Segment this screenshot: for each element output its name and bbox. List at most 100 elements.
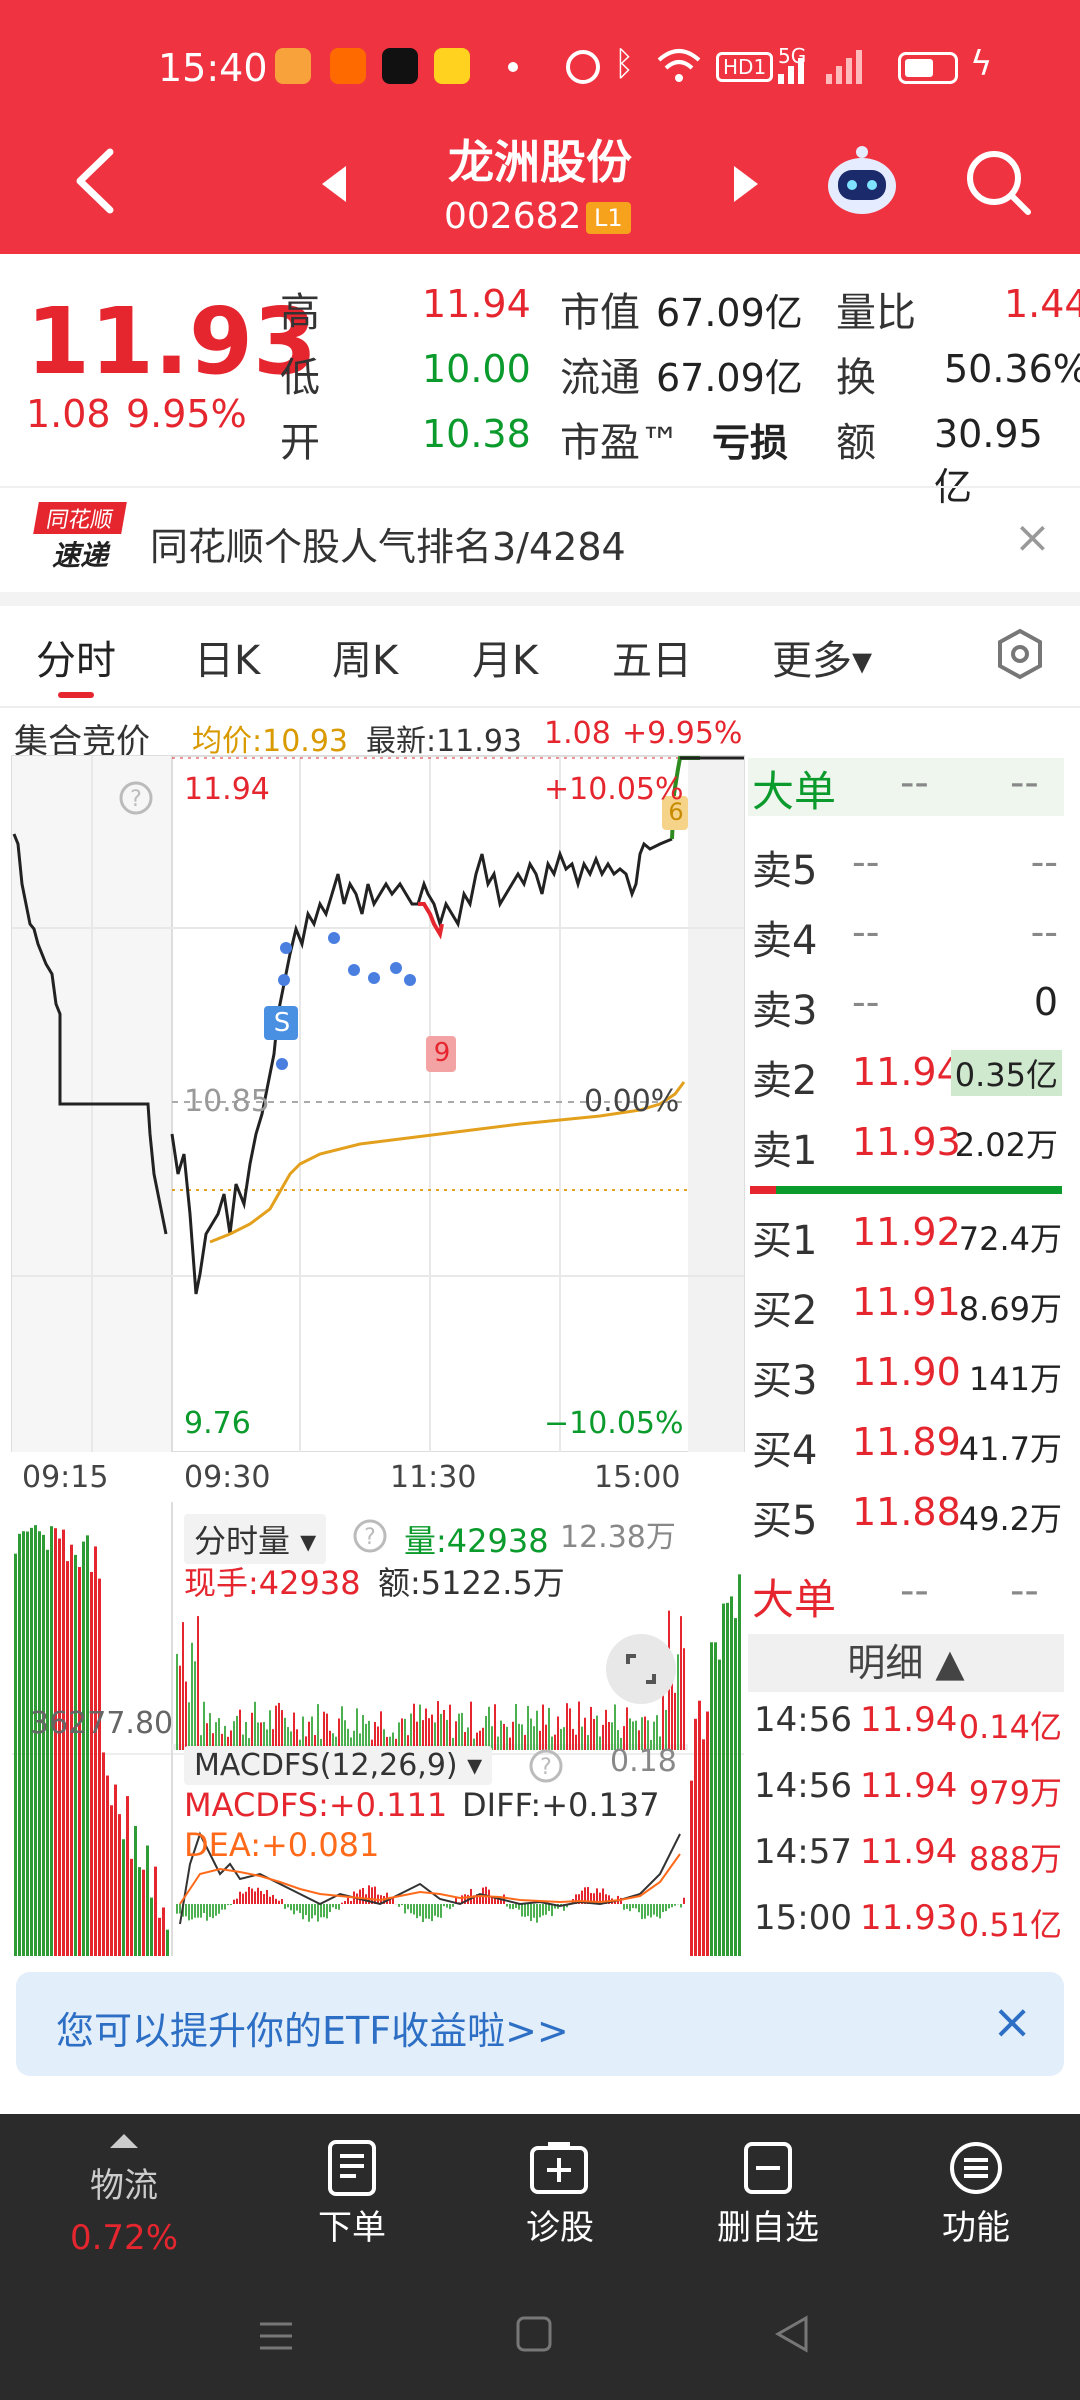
divider	[0, 486, 1080, 488]
help-icon[interactable]: ?	[528, 1748, 564, 1784]
float-value: 67.09亿	[656, 356, 803, 400]
ask-volume: 0	[1033, 980, 1058, 1024]
tab-daily-k[interactable]: 日K	[194, 628, 260, 686]
mcap-value: 67.09亿	[656, 291, 803, 335]
search-icon[interactable]	[964, 148, 1034, 218]
amount-label: 额	[836, 420, 876, 466]
volume-indicator-select[interactable]: 分时量 ▾	[184, 1514, 327, 1564]
bid-label: 买1	[752, 1218, 818, 1264]
ask-price[interactable]: 11.93	[852, 1120, 961, 1164]
logo-top: 同花顺	[33, 502, 127, 534]
tick-price: 11.94	[860, 1832, 958, 1872]
signal-9-marker[interactable]: 9	[428, 1038, 456, 1068]
svg-text:?: ?	[130, 787, 142, 812]
settings-hex-icon[interactable]	[996, 628, 1044, 680]
ask-label: 卖1	[752, 1128, 818, 1174]
bid-price[interactable]: 11.90	[852, 1350, 961, 1394]
diagnose-button[interactable]: 诊股	[480, 2200, 640, 2249]
volume-amount: 量:42938	[404, 1522, 549, 1560]
bid-volume: 8.69万	[958, 1290, 1062, 1328]
bid-price[interactable]: 11.89	[852, 1420, 961, 1464]
turnover-label: 换	[836, 355, 876, 401]
battery-icon	[898, 52, 958, 84]
order-icon[interactable]	[326, 2140, 378, 2196]
order-button[interactable]: 下单	[272, 2200, 432, 2249]
dea-value: DEA:+0.081	[184, 1826, 380, 1864]
prev-stock-icon[interactable]	[318, 164, 348, 204]
bid-label: 买2	[752, 1288, 818, 1334]
big-order-label: 大单	[752, 767, 837, 816]
current-price: 11.93	[26, 288, 318, 395]
bid-price[interactable]: 11.88	[852, 1490, 961, 1534]
section-gap	[0, 592, 1080, 606]
ask-price[interactable]: --	[852, 980, 879, 1024]
next-stock-icon[interactable]	[732, 164, 762, 204]
tab-five-day[interactable]: 五日	[612, 628, 692, 686]
remove-watchlist-icon[interactable]	[742, 2140, 794, 2196]
pe-label: 市盈™	[560, 420, 680, 466]
close-banner-icon[interactable]: ×	[1014, 512, 1051, 563]
detail-header[interactable]: 明细 ▲	[748, 1634, 1064, 1692]
price-change: 1.08	[26, 392, 111, 436]
big-order-price: --	[900, 760, 929, 806]
close-etf-banner-icon[interactable]: ×	[992, 1994, 1032, 2050]
alarm-icon	[566, 50, 600, 84]
tab-monthly-k[interactable]: 月K	[472, 628, 538, 686]
big-order-vol-2: --	[1010, 1568, 1039, 1614]
svg-text:?: ?	[364, 1525, 376, 1550]
bid-label: 买3	[752, 1358, 818, 1404]
signal-icon	[778, 50, 862, 84]
low-value: 10.00	[422, 347, 531, 391]
back-nav-icon[interactable]	[772, 2314, 812, 2354]
price-change-pct: 9.95%	[126, 392, 247, 436]
function-icon[interactable]	[948, 2140, 1004, 2196]
tab-more[interactable]: 更多▾	[772, 628, 872, 686]
ask-price[interactable]: --	[852, 910, 879, 954]
time-1130: 11:30	[390, 1460, 477, 1495]
current-hand: 现手:42938	[184, 1564, 361, 1602]
robot-assistant-icon[interactable]	[822, 140, 902, 220]
expand-chart-button[interactable]	[606, 1634, 676, 1704]
etf-banner-text[interactable]: 您可以提升你的ETF收益啦>>	[56, 2000, 569, 2055]
bid-volume: 141万	[968, 1360, 1062, 1398]
macd-max: 0.18	[610, 1744, 677, 1779]
bid-price[interactable]: 11.91	[852, 1280, 961, 1324]
stock-code: 002682	[444, 196, 582, 237]
pe-value: 亏损	[712, 421, 789, 465]
big-order-label-2: 大单	[752, 1575, 837, 1624]
menu-nav-icon[interactable]	[256, 2316, 296, 2356]
help-icon[interactable]: ?	[118, 780, 154, 816]
help-icon[interactable]: ?	[352, 1518, 388, 1554]
expand-up-icon[interactable]	[110, 2134, 138, 2148]
app-notification-icon	[330, 48, 366, 84]
sell-signal-marker[interactable]: S	[266, 1008, 298, 1038]
current-money: 额:5122.5万	[378, 1564, 565, 1602]
svg-text:?: ?	[540, 1755, 552, 1780]
signal-6-marker[interactable]: 6	[664, 798, 688, 826]
tiktok-icon	[382, 48, 418, 84]
big-order-price-2: --	[900, 1568, 929, 1614]
time-0930: 09:30	[184, 1460, 271, 1495]
bid-price[interactable]: 11.92	[852, 1210, 961, 1254]
home-nav-icon[interactable]	[514, 2314, 554, 2354]
ask-price[interactable]: 11.94	[852, 1050, 961, 1094]
bid-label: 买4	[752, 1428, 818, 1474]
ask-label: 卖2	[752, 1058, 818, 1104]
tab-intraday[interactable]: 分时	[36, 628, 116, 686]
popularity-banner-text[interactable]: 同花顺个股人气排名3/4284	[150, 516, 626, 571]
tab-weekly-k[interactable]: 周K	[332, 628, 398, 686]
tick-time: 14:56	[754, 1766, 852, 1806]
remove-watchlist-button[interactable]: 删自选	[688, 2200, 848, 2249]
divider	[0, 706, 1080, 708]
macd-indicator-select[interactable]: MACDFS(12,26,9) ▾	[184, 1746, 493, 1785]
diagnose-icon[interactable]	[528, 2140, 590, 2196]
ask-price[interactable]: --	[852, 840, 879, 884]
level-badge: L1	[586, 202, 631, 234]
tick-price: 11.94	[860, 1766, 958, 1806]
tick-volume: 0.51亿	[958, 1906, 1062, 1944]
charging-icon: ϟ	[970, 44, 993, 84]
sector-name[interactable]: 物流	[44, 2158, 204, 2207]
back-icon[interactable]	[70, 148, 120, 214]
sector-pct[interactable]: 0.72%	[44, 2218, 204, 2258]
function-button[interactable]: 功能	[896, 2200, 1056, 2249]
